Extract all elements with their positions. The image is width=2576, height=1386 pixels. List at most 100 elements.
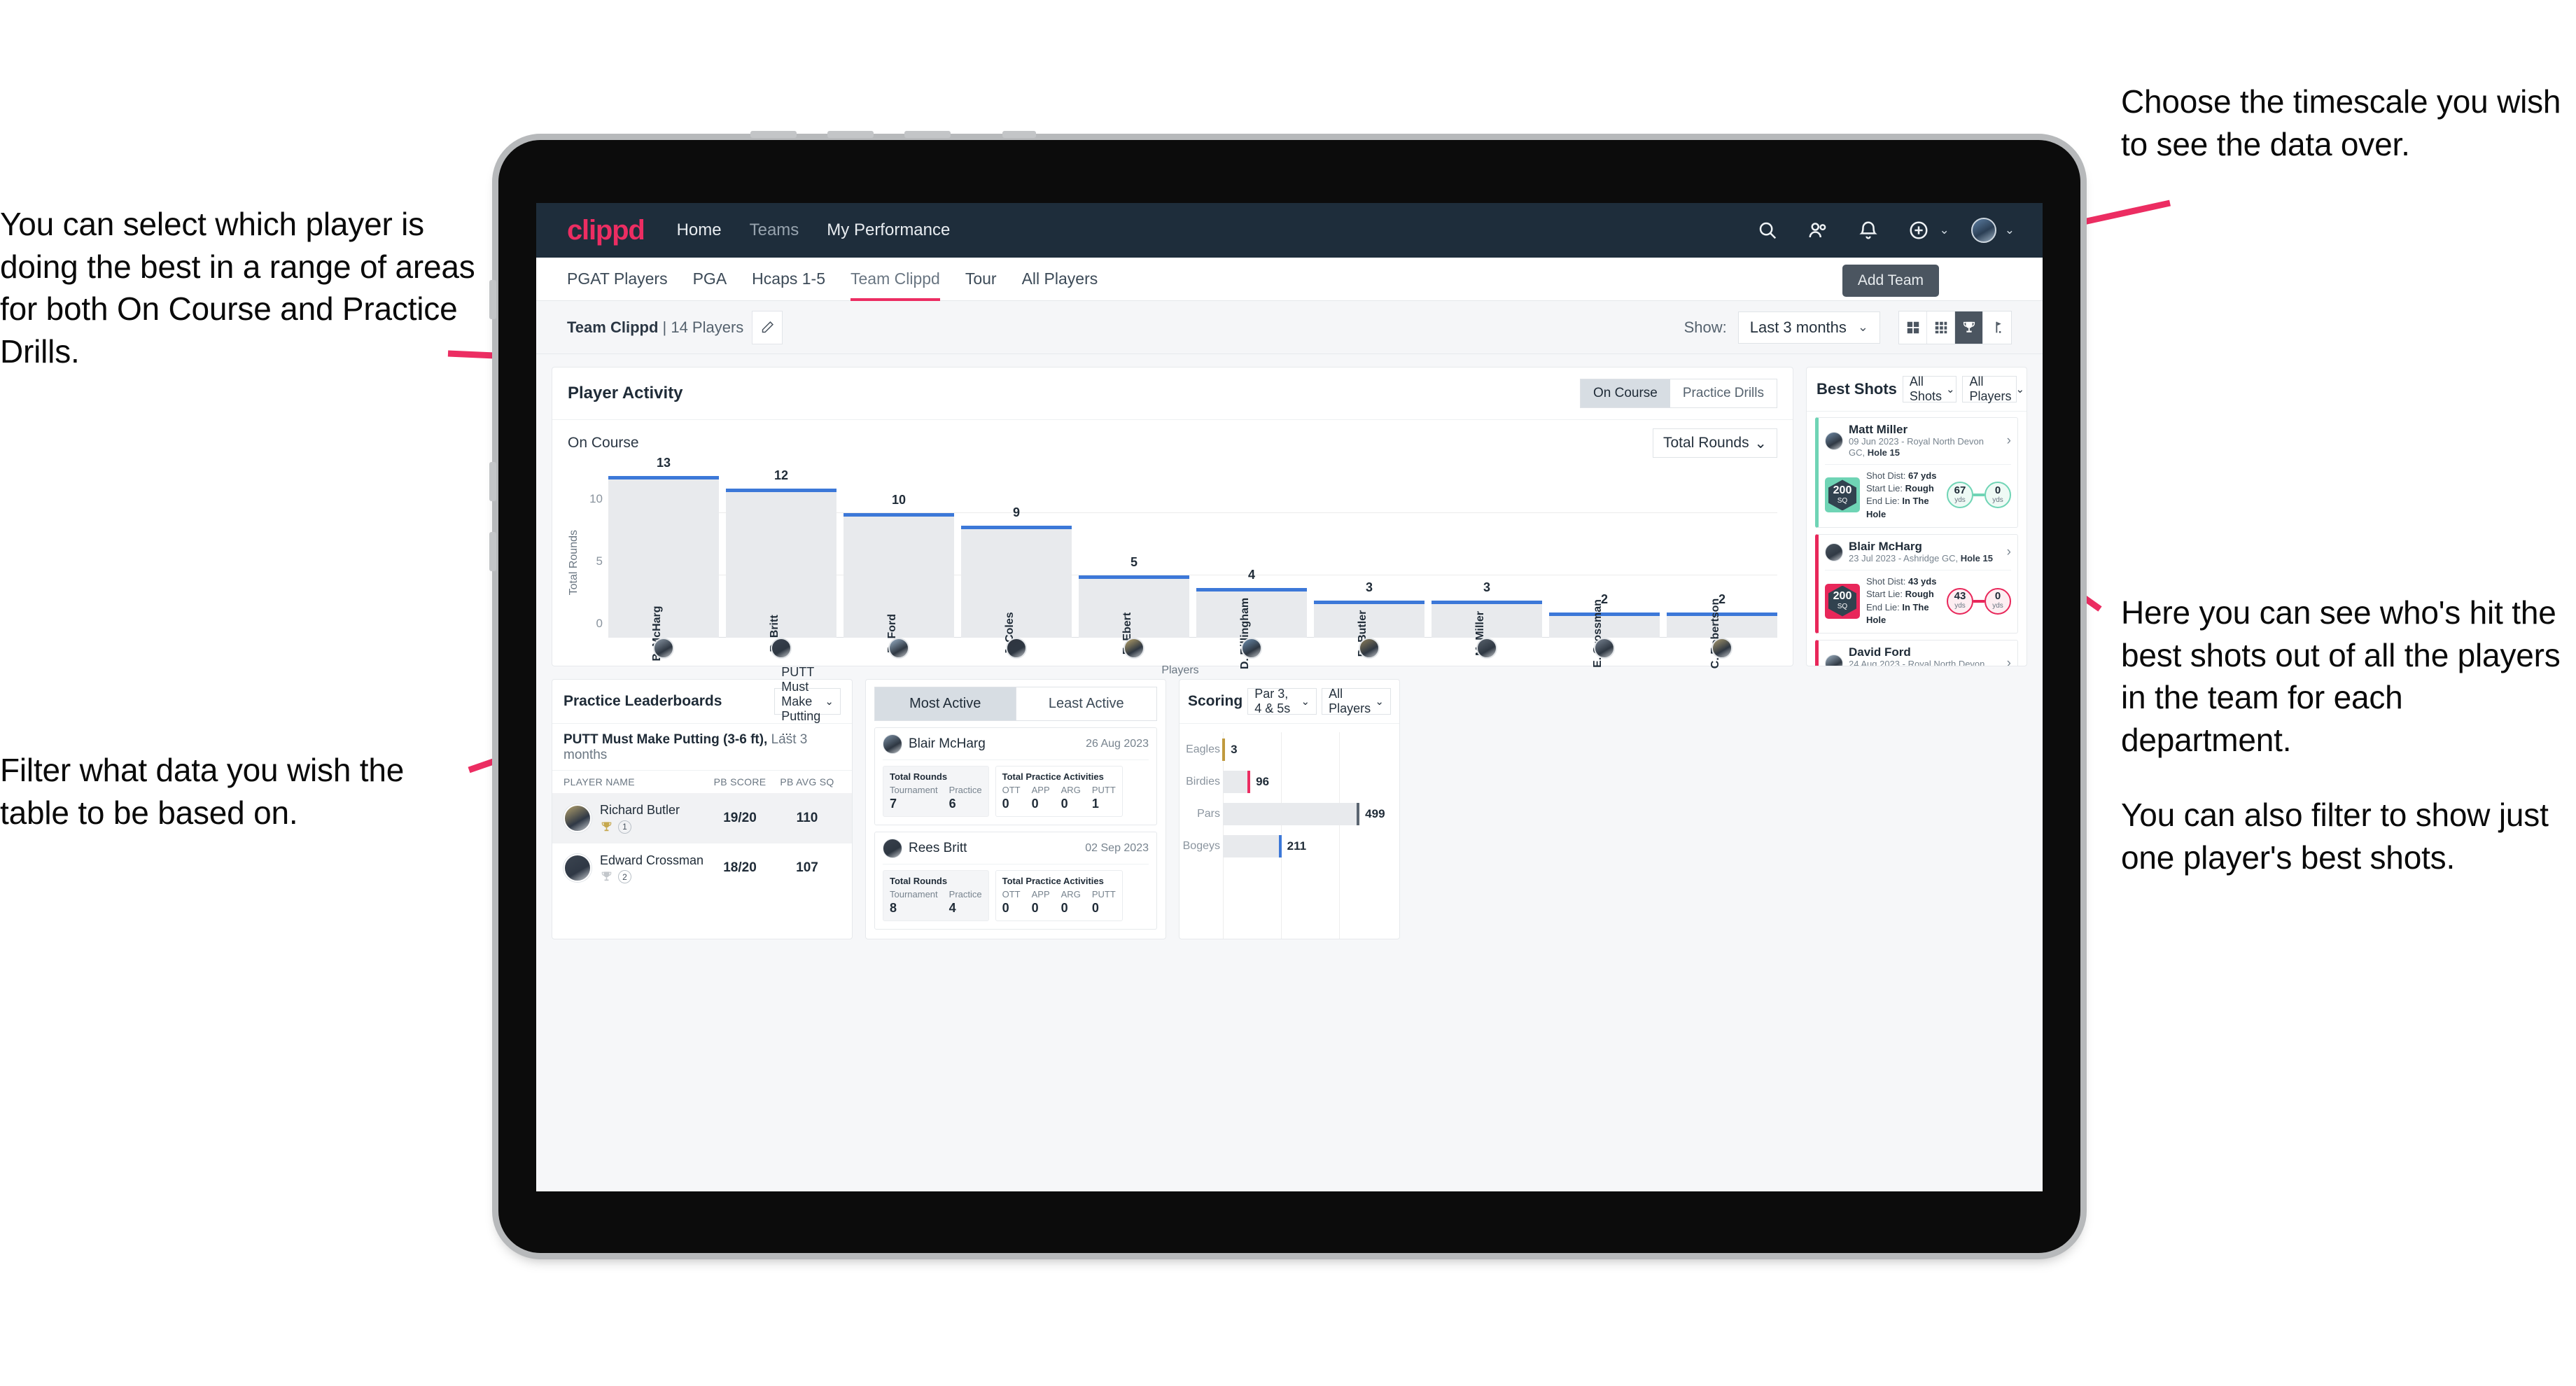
list-item[interactable]: Blair McHarg 26 Aug 2023 Total Rounds Tourn…: [874, 727, 1157, 825]
tab-hcaps-1-5[interactable]: Hcaps 1-5: [752, 258, 825, 301]
table-row[interactable]: Richard Butler 1 19/20 110: [552, 793, 852, 844]
chart-bar-column[interactable]: 2 E. Crossman: [1549, 463, 1660, 668]
best-shots-player-filter[interactable]: All Players ⌄: [1962, 374, 2024, 403]
team-player-count: | 14 Players: [662, 318, 744, 336]
chart-bar-column[interactable]: 9 J. Coles: [961, 463, 1072, 655]
segment-practice-drills[interactable]: Practice Drills: [1670, 379, 1777, 407]
avatar[interactable]: [1968, 214, 2000, 246]
flag-icon[interactable]: [1983, 312, 2011, 344]
best-shot-player-name: David Ford: [1849, 645, 1911, 659]
chart-bar: R. Britt: [726, 488, 836, 652]
chevron-right-icon[interactable]: ›: [2007, 545, 2011, 560]
activity-stat-key: Tournament: [890, 889, 938, 899]
timescale-select[interactable]: Last 3 months ⌄: [1737, 311, 1880, 344]
scoring-bar-row[interactable]: Pars 499: [1197, 798, 1391, 830]
tab-all-players[interactable]: All Players: [1022, 258, 1098, 301]
best-shots-shot-filter[interactable]: All Shots ⌄: [1902, 374, 1957, 403]
chart-avatar-cell[interactable]: [1549, 638, 1660, 660]
chart-avatar-cell[interactable]: [1314, 638, 1424, 660]
scoring-par-filter[interactable]: Par 3, 4 & 5s ⌄: [1247, 687, 1317, 715]
segment-on-course[interactable]: On Course: [1581, 379, 1670, 407]
chart-bar: J. Coles: [961, 525, 1072, 655]
chart-bar-column[interactable]: 12 R. Britt: [726, 463, 836, 652]
activity-stat-key: APP: [1031, 785, 1050, 795]
people-icon[interactable]: [1802, 214, 1834, 246]
chart-avatar-cell[interactable]: [608, 638, 719, 660]
player-filter-value: All Players: [1969, 374, 2012, 403]
chart-bar-value: 2: [1600, 592, 1608, 607]
total-rounds-box: Total Rounds Tournament 7 Practice 6: [883, 766, 989, 817]
bell-icon[interactable]: [1852, 214, 1884, 246]
grid-small-icon[interactable]: [1927, 311, 1955, 344]
table-row[interactable]: Edward Crossman 2 18/20 107: [552, 844, 852, 894]
shot-start-distance: 43 yds: [1947, 587, 1973, 615]
chevron-right-icon[interactable]: ›: [2007, 656, 2011, 666]
scoring-category-label: Birdies: [1186, 776, 1220, 788]
chevron-right-icon[interactable]: ›: [2007, 433, 2011, 449]
chart-bar-column[interactable]: 10 D. Ford: [844, 463, 954, 653]
scoring-bar-row[interactable]: Birdies 96: [1186, 766, 1391, 798]
scoring-category-label: Eagles: [1186, 743, 1220, 755]
metric-select[interactable]: Total Rounds ⌄: [1653, 428, 1777, 458]
scoring-bar-row[interactable]: Eagles 3: [1186, 734, 1391, 766]
tab-most-active[interactable]: Most Active: [874, 687, 1016, 721]
chart-bar-column[interactable]: 3 M. Miller: [1432, 463, 1542, 656]
best-shot-card[interactable]: David Ford 24 Aug 2023 - Royal North Devo…: [1815, 640, 2018, 666]
chart-bar-column[interactable]: 2 C. Robertson: [1667, 463, 1777, 668]
tab-pga[interactable]: PGA: [693, 258, 727, 301]
chart-avatar-cell[interactable]: [726, 638, 836, 660]
search-icon[interactable]: [1751, 214, 1784, 246]
device-button-top-2: [827, 131, 874, 138]
chart-avatar-cell[interactable]: [961, 638, 1072, 660]
chart-bar-column[interactable]: 5 E. Ebert: [1079, 463, 1189, 654]
activity-stat-value: 7: [890, 797, 897, 811]
clippd-logo[interactable]: clippd: [567, 215, 645, 246]
scoring-bar-cap: [1357, 803, 1360, 825]
annotation-right-mid: Here you can see who's hit the best shot…: [2121, 592, 2576, 878]
chart-bar: C. Robertson: [1667, 598, 1777, 668]
best-shot-card[interactable]: Matt Miller 09 Jun 2023 - Royal North Dev…: [1815, 417, 2018, 528]
start-lie-line: Start Lie: Rough: [1866, 589, 1934, 600]
scoring-bar-row[interactable]: Bogeys 211: [1183, 830, 1391, 862]
tab-tour[interactable]: Tour: [965, 258, 997, 301]
chevron-down-icon-plus[interactable]: ⌄: [1940, 223, 1949, 237]
activity-stat: Tournament 8: [890, 889, 938, 916]
leaderboard-player-cell: Richard Butler 1: [600, 803, 706, 834]
chart-bar-value: 13: [656, 455, 671, 470]
chart-avatar-cell[interactable]: [844, 638, 954, 660]
chart-bar-column[interactable]: 13 B. McHarg: [608, 456, 719, 662]
chart-y-tick: 0: [596, 617, 603, 630]
annotation-right-top: Choose the timescale you wish to see the…: [2121, 80, 2569, 165]
trophy-icon[interactable]: [1955, 311, 1983, 344]
chart-avatar-cell[interactable]: [1079, 638, 1189, 660]
trophy-icon: [601, 872, 612, 881]
tab-least-active[interactable]: Least Active: [1016, 687, 1157, 721]
list-item[interactable]: Rees Britt 02 Sep 2023 Total Rounds Tournam…: [874, 832, 1157, 930]
chart-bar: E. Crossman: [1549, 599, 1660, 668]
nav-link-my-performance[interactable]: My Performance: [827, 220, 950, 240]
activity-stat: OTT 0: [1002, 889, 1021, 916]
device-button-left-2: [489, 462, 496, 501]
best-shot-card[interactable]: Blair McHarg 23 Jul 2023 - Ashridge GC, H…: [1815, 534, 2018, 634]
chart-bar-cap: [1667, 612, 1777, 617]
grid-large-icon[interactable]: [1899, 311, 1927, 344]
activity-stat-value: 1: [1091, 797, 1099, 811]
shot-connector: [1973, 599, 1984, 603]
tab-team-clippd[interactable]: Team Clippd: [850, 258, 940, 301]
chevron-down-icon-avatar[interactable]: ⌄: [2005, 223, 2015, 237]
tab-pgat-players[interactable]: PGAT Players: [567, 258, 668, 301]
chart-avatar-cell[interactable]: [1667, 638, 1777, 660]
nav-link-teams[interactable]: Teams: [750, 220, 799, 240]
chart-avatar-cell[interactable]: [1432, 638, 1542, 660]
chart-avatar-cell[interactable]: [1196, 638, 1307, 660]
edit-team-button[interactable]: [752, 310, 783, 344]
scoring-player-filter[interactable]: All Players ⌄: [1322, 687, 1391, 715]
chart-bars: 13 B. McHarg 12 R. Britt 10 D. Ford 9 J. Coles 5…: [608, 456, 1777, 669]
chart-bar-column[interactable]: 4 D. Billingham: [1196, 463, 1307, 669]
shot-end-distance: 0 yds: [1984, 482, 2011, 509]
drill-select[interactable]: PUTT Must Make Putting ... ⌄: [774, 665, 841, 738]
nav-link-home[interactable]: Home: [677, 220, 722, 240]
activity-stat-value: 0: [1031, 901, 1039, 915]
plus-circle-icon[interactable]: [1903, 214, 1935, 246]
chart-bar-column[interactable]: 3 R. Butler: [1314, 463, 1424, 657]
